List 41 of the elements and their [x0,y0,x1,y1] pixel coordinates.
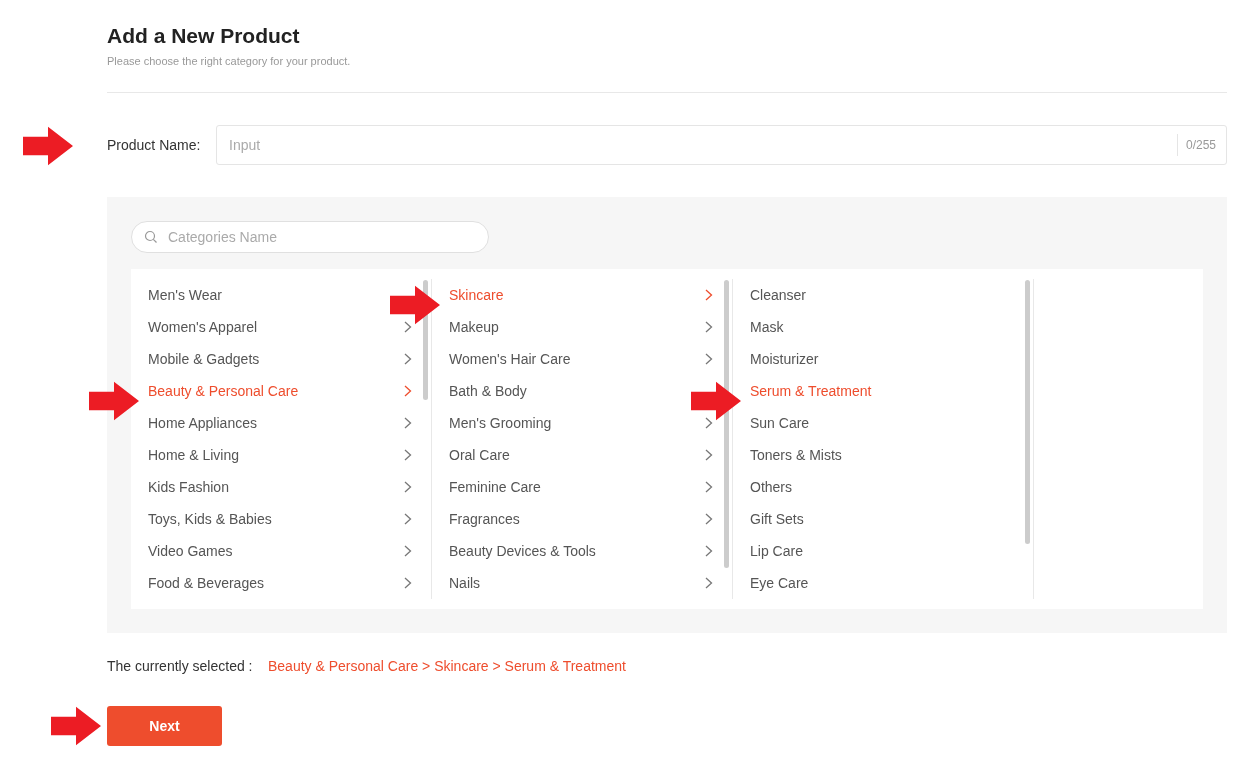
category-item[interactable]: Serum & Treatment [750,383,872,399]
category-item[interactable]: Sun Care [750,415,810,431]
category-item[interactable]: Fragrances [449,511,520,527]
category-item[interactable]: Kids Fashion [148,479,229,495]
category-item[interactable]: Women's Hair Care [449,351,571,367]
category-item[interactable]: Gift Sets [750,511,804,527]
category-item[interactable]: Nails [449,575,481,591]
category-item[interactable]: Home & Living [148,447,240,463]
category-item[interactable]: Others [750,479,792,495]
category-item[interactable]: Toys, Kids & Babies [148,511,272,527]
category-item[interactable]: Skincare [449,287,504,303]
category-item[interactable]: Video Games [148,543,233,559]
category-item[interactable]: Makeup [449,319,499,335]
page-subtitle: Please choose the right category for your product. [107,55,352,67]
category-item[interactable]: Men's Grooming [449,415,552,431]
category-item[interactable]: Cleanser [750,287,807,303]
category-item[interactable]: Food & Beverages [148,575,264,591]
category-item[interactable]: Oral Care [449,447,510,463]
scrollbar-thumb[interactable] [724,280,729,568]
category-search-field[interactable]: Categories Name [131,221,489,253]
scrollbar-thumb[interactable] [1025,280,1030,544]
category-item[interactable]: Women's Apparel [148,319,258,335]
category-item[interactable]: Eye Care [750,575,809,591]
category-item[interactable]: Mask [750,319,784,335]
category-item[interactable]: Moisturizer [750,351,819,367]
selected-category-path: Beauty & Personal Care > Skincare > Serum & Treatment [268,658,626,674]
field-label: Product Name: [107,137,201,153]
category-item[interactable]: Lip Care [750,543,803,559]
category-item[interactable]: Bath & Body [449,383,527,399]
category-item[interactable]: Men's Wear [148,287,222,303]
next-button[interactable]: Next [107,706,222,746]
category-item[interactable]: Home Appliances [148,415,257,431]
category-item[interactable]: Toners & Mists [750,447,842,463]
selection-label: The currently selected : [107,658,254,674]
page-title: Add a New Product [107,23,301,49]
category-item[interactable]: Beauty Devices & Tools [449,543,596,559]
character-counter: 0/255 [1176,134,1216,156]
search-icon [144,230,158,244]
category-item[interactable]: Feminine Care [449,479,541,495]
category-item[interactable]: Mobile & Gadgets [148,351,260,367]
category-item[interactable]: Beauty & Personal Care [148,383,299,399]
